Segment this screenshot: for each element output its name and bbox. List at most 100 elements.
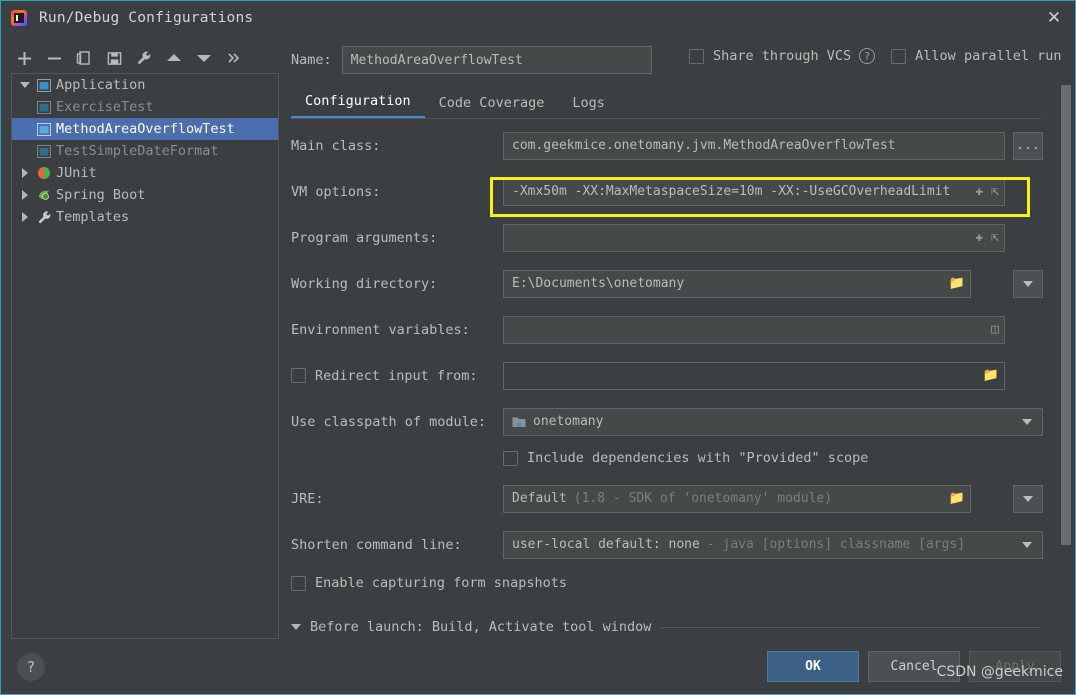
before-launch-section[interactable]: Before launch: Build, Activate tool wind… <box>291 619 1041 635</box>
use-classpath-combobox[interactable]: onetomany <box>503 407 1043 436</box>
plus-icon <box>17 51 31 65</box>
redirect-input-control: 📁 <box>503 361 1005 390</box>
vm-options-row: VM options: -Xmx50m -XX:MaxMetaspaceSize… <box>291 175 1043 208</box>
folder-icon[interactable]: 📁 <box>949 277 965 290</box>
shorten-command-line-label: Shorten command line: <box>291 536 462 553</box>
redirect-input-label: Redirect input from: <box>315 367 478 384</box>
expand-editor-icon[interactable]: ⇱ <box>991 185 999 198</box>
form-snapshots-checkbox[interactable] <box>291 575 306 591</box>
main-class-browse-button[interactable]: ... <box>1013 131 1043 160</box>
folder-icon[interactable]: 📁 <box>983 369 999 382</box>
minus-icon <box>47 57 61 59</box>
shorten-command-line-hint: - java [options] classname [args] <box>706 537 966 552</box>
working-directory-label: Working directory: <box>291 275 438 292</box>
chevron-double-right-icon <box>228 53 240 63</box>
expand-toggle-icon[interactable] <box>16 82 34 88</box>
tree-node-spring-boot[interactable]: Spring Boot <box>12 184 278 206</box>
jre-input[interactable]: Default (1.8 - SDK of 'onetomany' module… <box>503 484 971 513</box>
move-down-button[interactable] <box>189 44 219 72</box>
use-classpath-value: onetomany <box>533 414 604 429</box>
name-input[interactable]: MethodAreaOverflowTest <box>341 46 652 74</box>
main-class-input[interactable]: com.geekmice.onetomany.jvm.MethodAreaOve… <box>503 131 1005 160</box>
before-launch-collapse-icon[interactable] <box>291 624 301 630</box>
jre-adornments: 📁 <box>949 485 965 513</box>
edit-templates-button[interactable] <box>129 44 159 72</box>
help-button[interactable]: ? <box>17 653 45 681</box>
tab-code-coverage[interactable]: Code Coverage <box>425 95 559 118</box>
expand-toggle-icon[interactable] <box>16 168 34 178</box>
working-directory-row: Working directory: E:\Documents\onetoman… <box>291 267 1043 300</box>
expand-editor-icon[interactable]: ⇱ <box>991 231 999 244</box>
vm-options-adornments: ✚ ⇱ <box>975 178 999 206</box>
wrench-icon <box>137 51 151 65</box>
save-icon <box>107 51 121 65</box>
run-config-icon <box>34 122 54 136</box>
tree-node-label: Application <box>56 77 146 93</box>
tree-node-testsimpledateformat[interactable]: TestSimpleDateFormat <box>12 140 278 162</box>
redirect-input-field[interactable] <box>503 361 1005 390</box>
shorten-command-line-combobox[interactable]: user-local default: none - java [options… <box>503 530 1043 559</box>
chevron-down-icon[interactable] <box>1022 541 1032 548</box>
expand-toggle-icon[interactable] <box>16 212 34 222</box>
shorten-command-line-control: user-local default: none - java [options… <box>503 530 1043 559</box>
tree-node-junit[interactable]: JUnit <box>12 162 278 184</box>
tab-logs[interactable]: Logs <box>558 95 619 118</box>
arrow-down-icon <box>197 55 211 62</box>
working-directory-input[interactable]: E:\Documents\onetomany <box>503 269 971 298</box>
main-class-control: com.geekmice.onetomany.jvm.MethodAreaOve… <box>503 131 1005 160</box>
configurations-toolbar <box>9 42 281 74</box>
form-snapshots-row: Enable capturing form snapshots <box>291 570 1043 596</box>
share-through-vcs-checkbox[interactable] <box>689 48 704 64</box>
shorten-command-line-row: Shorten command line: user-local default… <box>291 528 1043 561</box>
remove-configuration-button[interactable] <box>39 44 69 72</box>
redirect-input-checkbox[interactable] <box>291 368 306 383</box>
tree-node-application[interactable]: Application <box>12 74 278 96</box>
application-icon <box>34 78 54 92</box>
folder-icon[interactable]: 📁 <box>949 492 965 505</box>
tab-configuration[interactable]: Configuration <box>291 93 425 118</box>
list-editor-icon[interactable]: ◫ <box>991 323 999 336</box>
working-directory-control: E:\Documents\onetomany 📁 <box>503 269 971 298</box>
include-provided-checkbox[interactable] <box>503 450 518 466</box>
environment-variables-label: Environment variables: <box>291 321 470 338</box>
jre-dropdown-button[interactable] <box>1013 484 1043 513</box>
before-launch-label: Before launch: Build, Activate tool wind… <box>310 619 652 635</box>
environment-variables-row: Environment variables: ◫ <box>291 313 1043 346</box>
tree-node-templates[interactable]: Templates <box>12 206 278 228</box>
insert-macro-icon[interactable]: ✚ <box>975 231 983 244</box>
expand-toggle-icon[interactable] <box>16 190 34 200</box>
share-options-group: Share through VCS ? Allow parallel run <box>689 48 1061 64</box>
program-arguments-input[interactable] <box>503 223 1005 252</box>
question-circle-icon[interactable]: ? <box>859 48 876 64</box>
tree-node-label: TestSimpleDateFormat <box>56 143 219 159</box>
more-options-button[interactable] <box>219 44 249 72</box>
ok-button[interactable]: OK <box>767 651 859 682</box>
working-directory-dropdown-button[interactable] <box>1013 269 1043 298</box>
tree-node-label: MethodAreaOverflowTest <box>56 121 235 137</box>
add-configuration-button[interactable] <box>9 44 39 72</box>
tree-node-label: ExerciseTest <box>56 99 154 115</box>
insert-macro-icon[interactable]: ✚ <box>975 185 983 198</box>
copy-configuration-button[interactable] <box>69 44 99 72</box>
share-through-vcs-label: Share through VCS <box>713 48 852 64</box>
use-classpath-label: Use classpath of module: <box>291 413 487 430</box>
allow-parallel-run-checkbox[interactable] <box>891 48 907 64</box>
chevron-down-icon[interactable] <box>1022 418 1032 425</box>
module-icon <box>512 415 526 428</box>
tree-node-exercisetest[interactable]: ExerciseTest <box>12 96 278 118</box>
vm-options-control: -Xmx50m -XX:MaxMetaspaceSize=10m -XX:-Us… <box>503 177 1005 206</box>
main-class-label: Main class: <box>291 137 381 154</box>
configuration-tabs: Configuration Code Coverage Logs <box>291 91 1041 119</box>
program-arguments-row: Program arguments: ✚ ⇱ <box>291 221 1043 254</box>
vm-options-input[interactable]: -Xmx50m -XX:MaxMetaspaceSize=10m -XX:-Us… <box>503 177 1005 206</box>
move-up-button[interactable] <box>159 44 189 72</box>
allow-parallel-run-label: Allow parallel run <box>915 48 1062 64</box>
save-configuration-button[interactable] <box>99 44 129 72</box>
right-scrollbar-thumb[interactable] <box>1061 85 1071 545</box>
tree-node-methodareaoverflowtest[interactable]: MethodAreaOverflowTest <box>12 118 278 140</box>
close-icon[interactable]: ✕ <box>1031 1 1075 34</box>
environment-variables-input[interactable] <box>503 315 1005 344</box>
program-arguments-label: Program arguments: <box>291 229 438 246</box>
arrow-up-icon <box>167 54 181 61</box>
use-classpath-row: Use classpath of module: onetomany <box>291 405 1043 438</box>
